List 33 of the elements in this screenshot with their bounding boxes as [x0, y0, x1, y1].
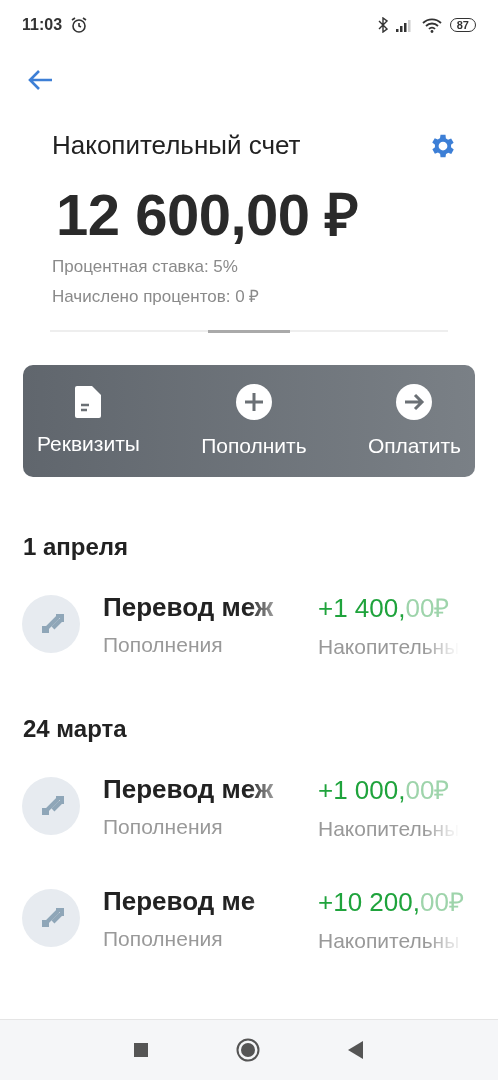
action-button[interactable]: Оплатить — [367, 365, 461, 477]
transaction-title[interactable]: Перевод меж — [103, 773, 295, 805]
transaction-account: Накопительны — [318, 929, 461, 953]
wifi-icon — [421, 17, 442, 33]
transaction-title[interactable]: Перевод меж — [103, 591, 295, 623]
transaction-category: Пополнения — [103, 814, 224, 839]
transfer-icon — [22, 595, 80, 653]
back-icon[interactable] — [348, 1041, 364, 1059]
interest-rate: Процентная ставка: 5% — [51, 256, 239, 278]
transaction-title[interactable]: Перевод ме — [103, 885, 295, 917]
date-heading: 24 марта — [22, 714, 128, 743]
document-icon — [75, 386, 102, 418]
action-button[interactable]: Реквизиты — [37, 365, 140, 477]
transaction-amount: +1 400,00₽ — [318, 592, 451, 625]
transaction-amount: +1 000,00₽ — [318, 774, 451, 807]
back-arrow-icon[interactable] — [27, 69, 53, 91]
account-balance: 12 600,00 ₽ — [55, 181, 360, 249]
transaction-amount: +10 200,00₽ — [318, 886, 464, 919]
arrow-circle-icon — [396, 384, 433, 420]
transfer-icon — [22, 777, 80, 835]
plus-circle-icon — [235, 384, 272, 420]
signal-icon — [395, 18, 414, 32]
transfer-icon — [22, 889, 80, 947]
home-icon[interactable] — [236, 1038, 260, 1062]
status-time: 11:03 — [22, 16, 63, 34]
bluetooth-icon — [377, 17, 388, 33]
transaction-category: Пополнения — [103, 926, 224, 951]
action-button[interactable]: Пополнить — [201, 365, 307, 477]
accrued-interest: Начислено процентов: 0 ₽ — [51, 286, 261, 308]
date-heading: 1 апреля — [22, 532, 130, 561]
alarm-icon — [70, 16, 89, 34]
transaction-category: Пополнения — [103, 632, 224, 657]
account-title: Накопительный счет — [52, 130, 301, 161]
